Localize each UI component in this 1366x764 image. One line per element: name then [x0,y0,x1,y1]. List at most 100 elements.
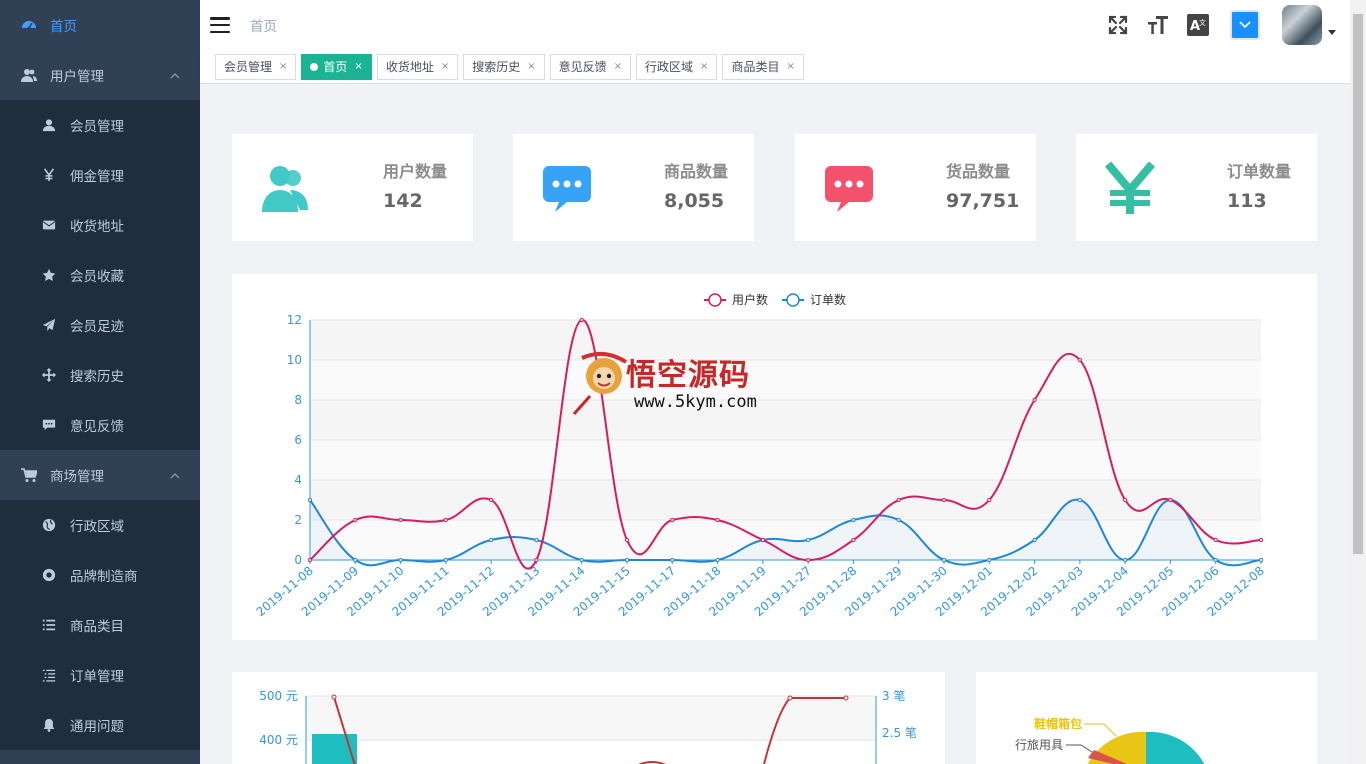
stat-card[interactable]: 用户数量 142 [232,134,473,241]
label-line [1084,723,1117,737]
font-size-icon[interactable] [1146,13,1170,37]
series-point [443,557,448,563]
close-icon[interactable]: × [527,61,535,72]
series-point [353,517,358,523]
series-point [941,497,947,503]
sidebar-item-4[interactable]: 收货地址 [0,200,200,250]
caret-down-icon[interactable] [1328,29,1336,35]
stat-card[interactable]: 商品数量 8,055 [513,134,754,241]
sidebar-item-12[interactable]: 商品类目 [0,600,200,650]
sidebar-item-label: 收货地址 [70,219,124,235]
tag-6[interactable]: 商品类目 × [722,53,804,80]
series-point [851,537,856,543]
sidebar-item-1[interactable]: 用户管理 [0,50,200,100]
sidebar-item-9[interactable]: 商场管理 [0,450,200,500]
tag-0[interactable]: 会员管理 × [215,53,297,80]
sidebar-item-label: 会员收藏 [70,269,124,285]
watermark-url: www.5kym.com [634,392,757,412]
sidebar-item-11[interactable]: 品牌制造商 [0,550,200,600]
sidebar-item-8[interactable]: 意见反馈 [0,400,200,450]
series-point [670,517,675,523]
sidebar-item-6[interactable]: 会员足迹 [0,300,200,350]
close-icon[interactable]: × [614,61,622,72]
y-left-tick-label: 500 元 [259,689,298,703]
series-point [806,537,811,543]
series-point [896,517,901,523]
tag-label: 会员管理 [224,60,273,74]
series-point [1032,397,1037,403]
tag-3[interactable]: 搜索历史 × [463,53,545,80]
y-right-tick-label: 3 笔 [882,688,905,703]
breadcrumb: 首页 [250,19,277,35]
series-point [331,694,337,700]
tag-label: 首页 [323,60,348,74]
legend-marker [708,293,722,307]
tag-2[interactable]: 收货地址 × [376,53,459,80]
envelope-icon [40,218,58,232]
tag-1[interactable]: 首页 × [301,53,372,80]
series-point [760,537,765,543]
close-icon[interactable]: × [786,61,794,72]
fullscreen-icon[interactable] [1106,13,1130,37]
sidebar-item-label: 商品类目 [70,619,124,635]
user-icon [40,118,58,132]
stat-label: 商品数量 [663,162,728,181]
translate-icon[interactable]: A文 [1186,13,1210,37]
close-icon[interactable]: × [700,61,708,72]
series-point [398,517,403,523]
sidebar-item-7[interactable]: 搜索历史 [0,350,200,400]
series-point [443,517,448,523]
y-tick-label: 2 [294,513,302,527]
sidebar-item-label: 订单管理 [70,669,124,685]
sidebar-item-2[interactable]: 会员管理 [0,100,200,150]
sidebar-item-label: 用户管理 [50,69,104,85]
sidebar-item-3[interactable]: 佣金管理 [0,150,200,200]
stat-value: 97,751 [946,190,1020,212]
series-point [534,557,539,563]
watermark-logo-icon [572,351,628,415]
avatar[interactable] [1282,5,1322,45]
sidebar-item-label: 首页 [50,19,77,35]
series-point [489,497,494,503]
stat-value: 8,055 [664,190,725,212]
chevron-up-icon [170,468,180,484]
stat-card[interactable]: 货品数量 97,751 [795,134,1036,241]
label-line [1066,744,1093,753]
sidebar-item-14[interactable]: 通用问题 [0,700,200,750]
hamburger-menu-icon[interactable] [210,17,230,33]
sidebar-item-0[interactable]: 首页 [0,0,200,50]
close-icon[interactable]: × [354,61,362,72]
sidebar-item-5[interactable]: 会员收藏 [0,250,200,300]
y-tick-label: 6 [294,433,302,447]
sidebar-item-10[interactable]: 行政区域 [0,500,200,550]
y-tick-label: 0 [294,553,302,567]
legend-marker [786,293,800,307]
line-chart-card: 0 2 4 6 8 10 12 2019-11-08 2019-11-09 2019-11-10 2… [232,274,1317,640]
sidebar-item-13[interactable]: 订单管理 [0,650,200,700]
paper-plane-icon [40,318,58,332]
tag-label: 商品类目 [731,60,780,74]
series-point [353,557,358,563]
series-point [806,557,811,563]
chevron-up-icon [170,68,180,84]
page-scrollbar[interactable] [1350,0,1366,764]
sidebar-item-label: 会员足迹 [70,319,124,335]
close-icon[interactable]: × [441,61,449,72]
scrollbar-thumb[interactable] [1353,14,1363,554]
svg-text:文: 文 [1199,18,1206,27]
tag-4[interactable]: 意见反馈 × [549,53,632,80]
message-icon [541,162,593,214]
series-point [489,537,494,543]
support-icon [40,568,58,582]
stat-card[interactable]: 订单数量 113 [1076,134,1317,241]
tag-5[interactable]: 行政区域 × [636,53,718,80]
y-tick-label: 8 [294,393,302,407]
cart-icon [20,467,38,483]
close-icon[interactable]: × [279,61,287,72]
theme-picker-button[interactable] [1230,10,1260,40]
series-point [1032,537,1037,543]
comment-icon [40,418,58,432]
series-point [1213,557,1218,563]
star-icon [40,268,58,282]
tag-label: 行政区域 [645,60,694,74]
